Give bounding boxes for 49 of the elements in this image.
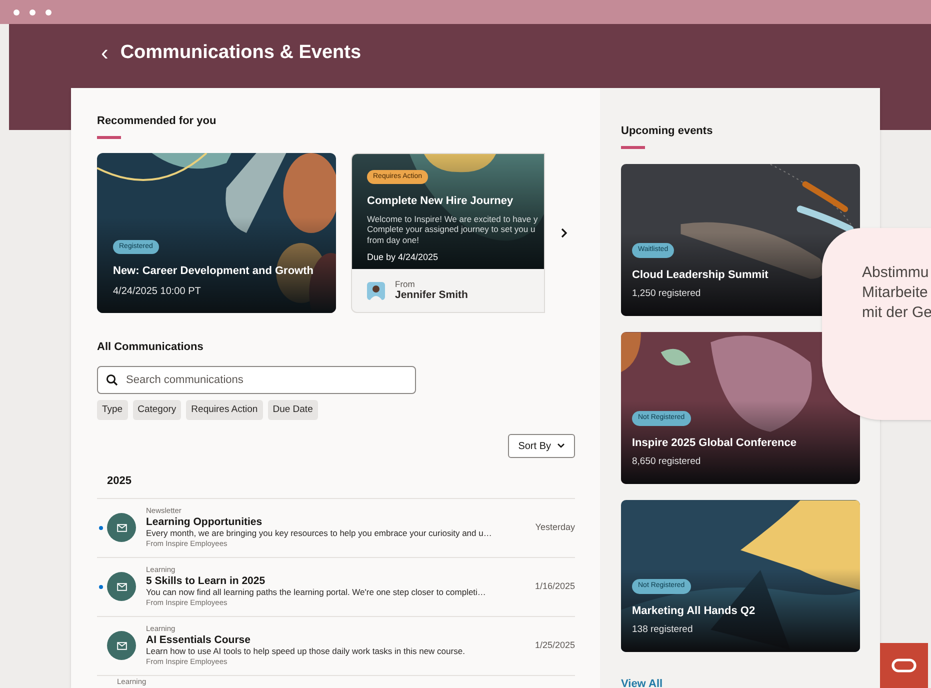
event-title: Marketing All Hands Q2 [632,604,756,619]
search-icon [106,374,118,386]
envelope-icon [107,513,136,542]
due-date: Due by 4/24/2025 [367,251,438,264]
communication-title: Learning Opportunities [146,516,262,528]
registered-count: 1,250 registered [632,287,701,302]
next-button[interactable] [560,228,568,238]
registered-count: 8,650 registered [632,455,701,470]
event-title: Inspire 2025 Global Conference [632,436,796,451]
registered-count: 138 registered [632,623,693,638]
view-all-link[interactable]: View All [621,676,663,688]
event-title: Cloud Leadership Summit [632,268,768,283]
heading-underline [621,146,645,148]
sort-dropdown[interactable]: Sort By [508,434,575,458]
page-title: Communications & Events [120,41,362,65]
envelope-icon [107,631,136,660]
filter-chip[interactable]: Requires Action [186,400,263,420]
section-heading: All Communications [97,340,204,354]
card-title: New: Career Development and Growth [113,264,314,279]
card-date: 4/24/2025 10:00 PT [113,284,201,298]
search-field[interactable]: Search communications [97,366,416,394]
bubble-text: Mitarbeite [862,283,928,303]
envelope-icon [107,572,136,601]
bubble-text: Abstimmu [862,263,929,283]
chevron-right-icon [560,228,568,238]
from-label: From [395,279,416,289]
card-description: Welcome to Inspire! We are excited to have y Complete your assigned journey to set you u from day one! [367,214,539,245]
filter-chip[interactable]: Type [97,400,128,420]
card-title: Complete New Hire Journey [367,194,514,209]
communication-title: 5 Skills to Learn in 2025 [146,575,266,587]
year-heading: 2025 [107,474,132,489]
sender-name: Jennifer Smith [395,289,468,302]
communication-title: AI Essentials Course [146,634,250,646]
bubble-text: mit der Ge [862,303,931,323]
section-heading: Upcoming events [621,124,713,139]
avatar-icon [367,282,385,300]
rounded-rectangle-logo-icon [891,658,917,673]
heading-underline [97,136,121,138]
section-heading: Recommended for you [97,114,216,129]
communication-preview: Learn how to use AI tools to help speed up those daily work tasks in this new course. [146,646,465,657]
communication-date: Yesterday [535,520,575,534]
chevron-down-icon [557,443,565,449]
communication-preview: You can now find all learning paths the learning portal. We're one step closer to completi… [146,587,486,598]
communication-date: 1/25/2025 [534,638,575,652]
communication-preview: Every month, we are bringing you key resources to help you embrace your curiosity and u… [146,528,492,539]
filter-chip[interactable]: Category [132,400,182,420]
communication-date: 1/16/2025 [534,580,575,593]
filter-chip[interactable]: Due Date [268,400,318,420]
back-button[interactable]: ‹ [101,40,108,66]
